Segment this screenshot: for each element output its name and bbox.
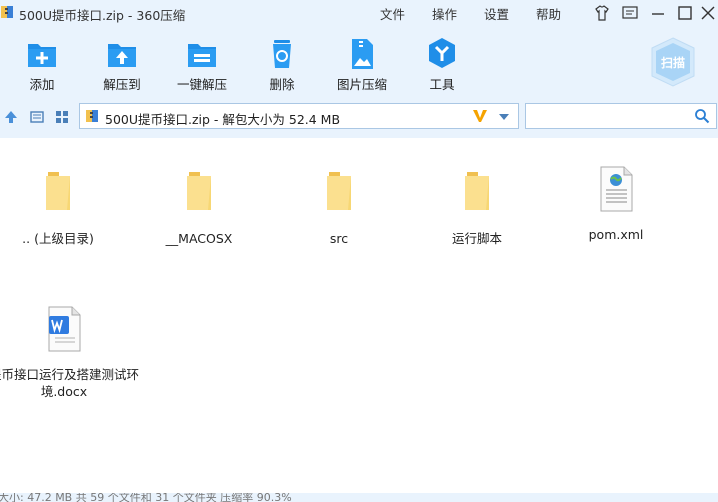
status-bar: 大小: 47.2 MB 共 59 个文件和 31 个文件夹 压缩率 90.3% <box>0 493 718 502</box>
file-name: pom.xml <box>588 227 644 242</box>
recycle-bin-icon <box>273 40 291 68</box>
details-view-icon[interactable] <box>29 109 45 125</box>
window-title: 500U提币接口.zip - 360压缩 <box>19 8 186 23</box>
search-input[interactable] <box>525 103 717 129</box>
menu-settings[interactable]: 设置 <box>484 4 509 23</box>
tools-label: 工具 <box>429 77 455 92</box>
delete-label: 删除 <box>269 77 295 92</box>
image-compress-label: 图片压缩 <box>336 77 387 92</box>
address-bar[interactable]: 500U提币接口.zip - 解包大小为 52.4 MB <box>79 103 519 129</box>
maximize-icon[interactable] <box>675 3 695 23</box>
file-name: .. (上级目录) <box>22 231 94 246</box>
tools-button[interactable]: 工具 <box>402 36 482 93</box>
menu-file[interactable]: 文件 <box>380 4 405 23</box>
extract-to-label: 解压到 <box>103 77 141 92</box>
file-item-pom[interactable]: pom.xml <box>550 166 682 243</box>
extract-to-button[interactable]: 解压到 <box>82 36 162 93</box>
one-click-extract-button[interactable]: 一键解压 <box>162 36 242 93</box>
search-icon[interactable] <box>694 108 710 124</box>
status-text: 大小: 47.2 MB 共 59 个文件和 31 个文件夹 压缩率 90.3% <box>0 493 292 502</box>
skin-icon[interactable] <box>592 3 612 23</box>
feedback-icon[interactable] <box>620 3 640 23</box>
chevron-down-icon[interactable] <box>498 112 510 122</box>
verified-v-icon[interactable] <box>472 108 488 124</box>
extract-folder-icon <box>108 44 136 67</box>
file-name: 运行脚本 <box>451 231 502 246</box>
folder-icon <box>327 172 351 210</box>
archive-icon <box>1 6 13 18</box>
navigation-bar: 500U提币接口.zip - 解包大小为 52.4 MB <box>0 98 718 138</box>
one-click-extract-label: 一键解压 <box>176 77 227 92</box>
folder-icon <box>465 172 489 210</box>
file-item-macosx[interactable]: __MACOSX <box>133 170 265 247</box>
file-item-parent[interactable]: .. (上级目录) <box>0 170 124 247</box>
file-item-docx[interactable]: 提币接口运行及搭建测试环境.docx <box>0 306 139 400</box>
archive-icon <box>86 110 98 122</box>
word-document-icon <box>48 306 81 352</box>
scan-shield-icon: 扫描 <box>651 37 695 87</box>
address-text: 500U提币接口.zip - 解包大小为 52.4 MB <box>105 112 341 127</box>
add-folder-icon <box>28 44 56 67</box>
up-arrow-icon[interactable] <box>3 109 19 125</box>
folder-icon <box>46 172 70 210</box>
large-icons-view-icon[interactable] <box>54 109 70 125</box>
xml-file-icon <box>600 166 633 212</box>
one-click-extract-icon <box>188 44 216 67</box>
image-compress-button[interactable]: 图片压缩 <box>322 36 402 93</box>
tools-hexagon-icon <box>429 38 455 68</box>
file-list: .. (上级目录) __MACOSX src 运行脚本 pom.xml 提币接口… <box>0 138 718 493</box>
add-label: 添加 <box>29 77 55 92</box>
add-button[interactable]: 添加 <box>2 36 82 93</box>
folder-icon <box>187 172 211 210</box>
menu-help[interactable]: 帮助 <box>536 4 561 23</box>
toolbar: 添加 解压到 一键解压 删除 图片压缩 工具 扫描 <box>0 26 718 98</box>
menu-operate[interactable]: 操作 <box>432 4 457 23</box>
minimize-icon[interactable] <box>648 3 668 23</box>
file-name: 提币接口运行及搭建测试环境.docx <box>0 367 140 399</box>
delete-button[interactable]: 删除 <box>242 36 322 93</box>
file-name: src <box>329 231 349 246</box>
close-icon[interactable] <box>698 3 718 23</box>
file-name: __MACOSX <box>165 231 233 246</box>
image-compress-icon <box>352 39 373 69</box>
scan-label: 扫描 <box>661 55 685 70</box>
file-item-src[interactable]: src <box>273 170 405 247</box>
file-item-run-scripts[interactable]: 运行脚本 <box>411 170 543 247</box>
title-bar: 500U提币接口.zip - 360压缩 文件 操作 设置 帮助 <box>0 0 718 26</box>
scan-button[interactable]: 扫描 <box>648 36 698 88</box>
